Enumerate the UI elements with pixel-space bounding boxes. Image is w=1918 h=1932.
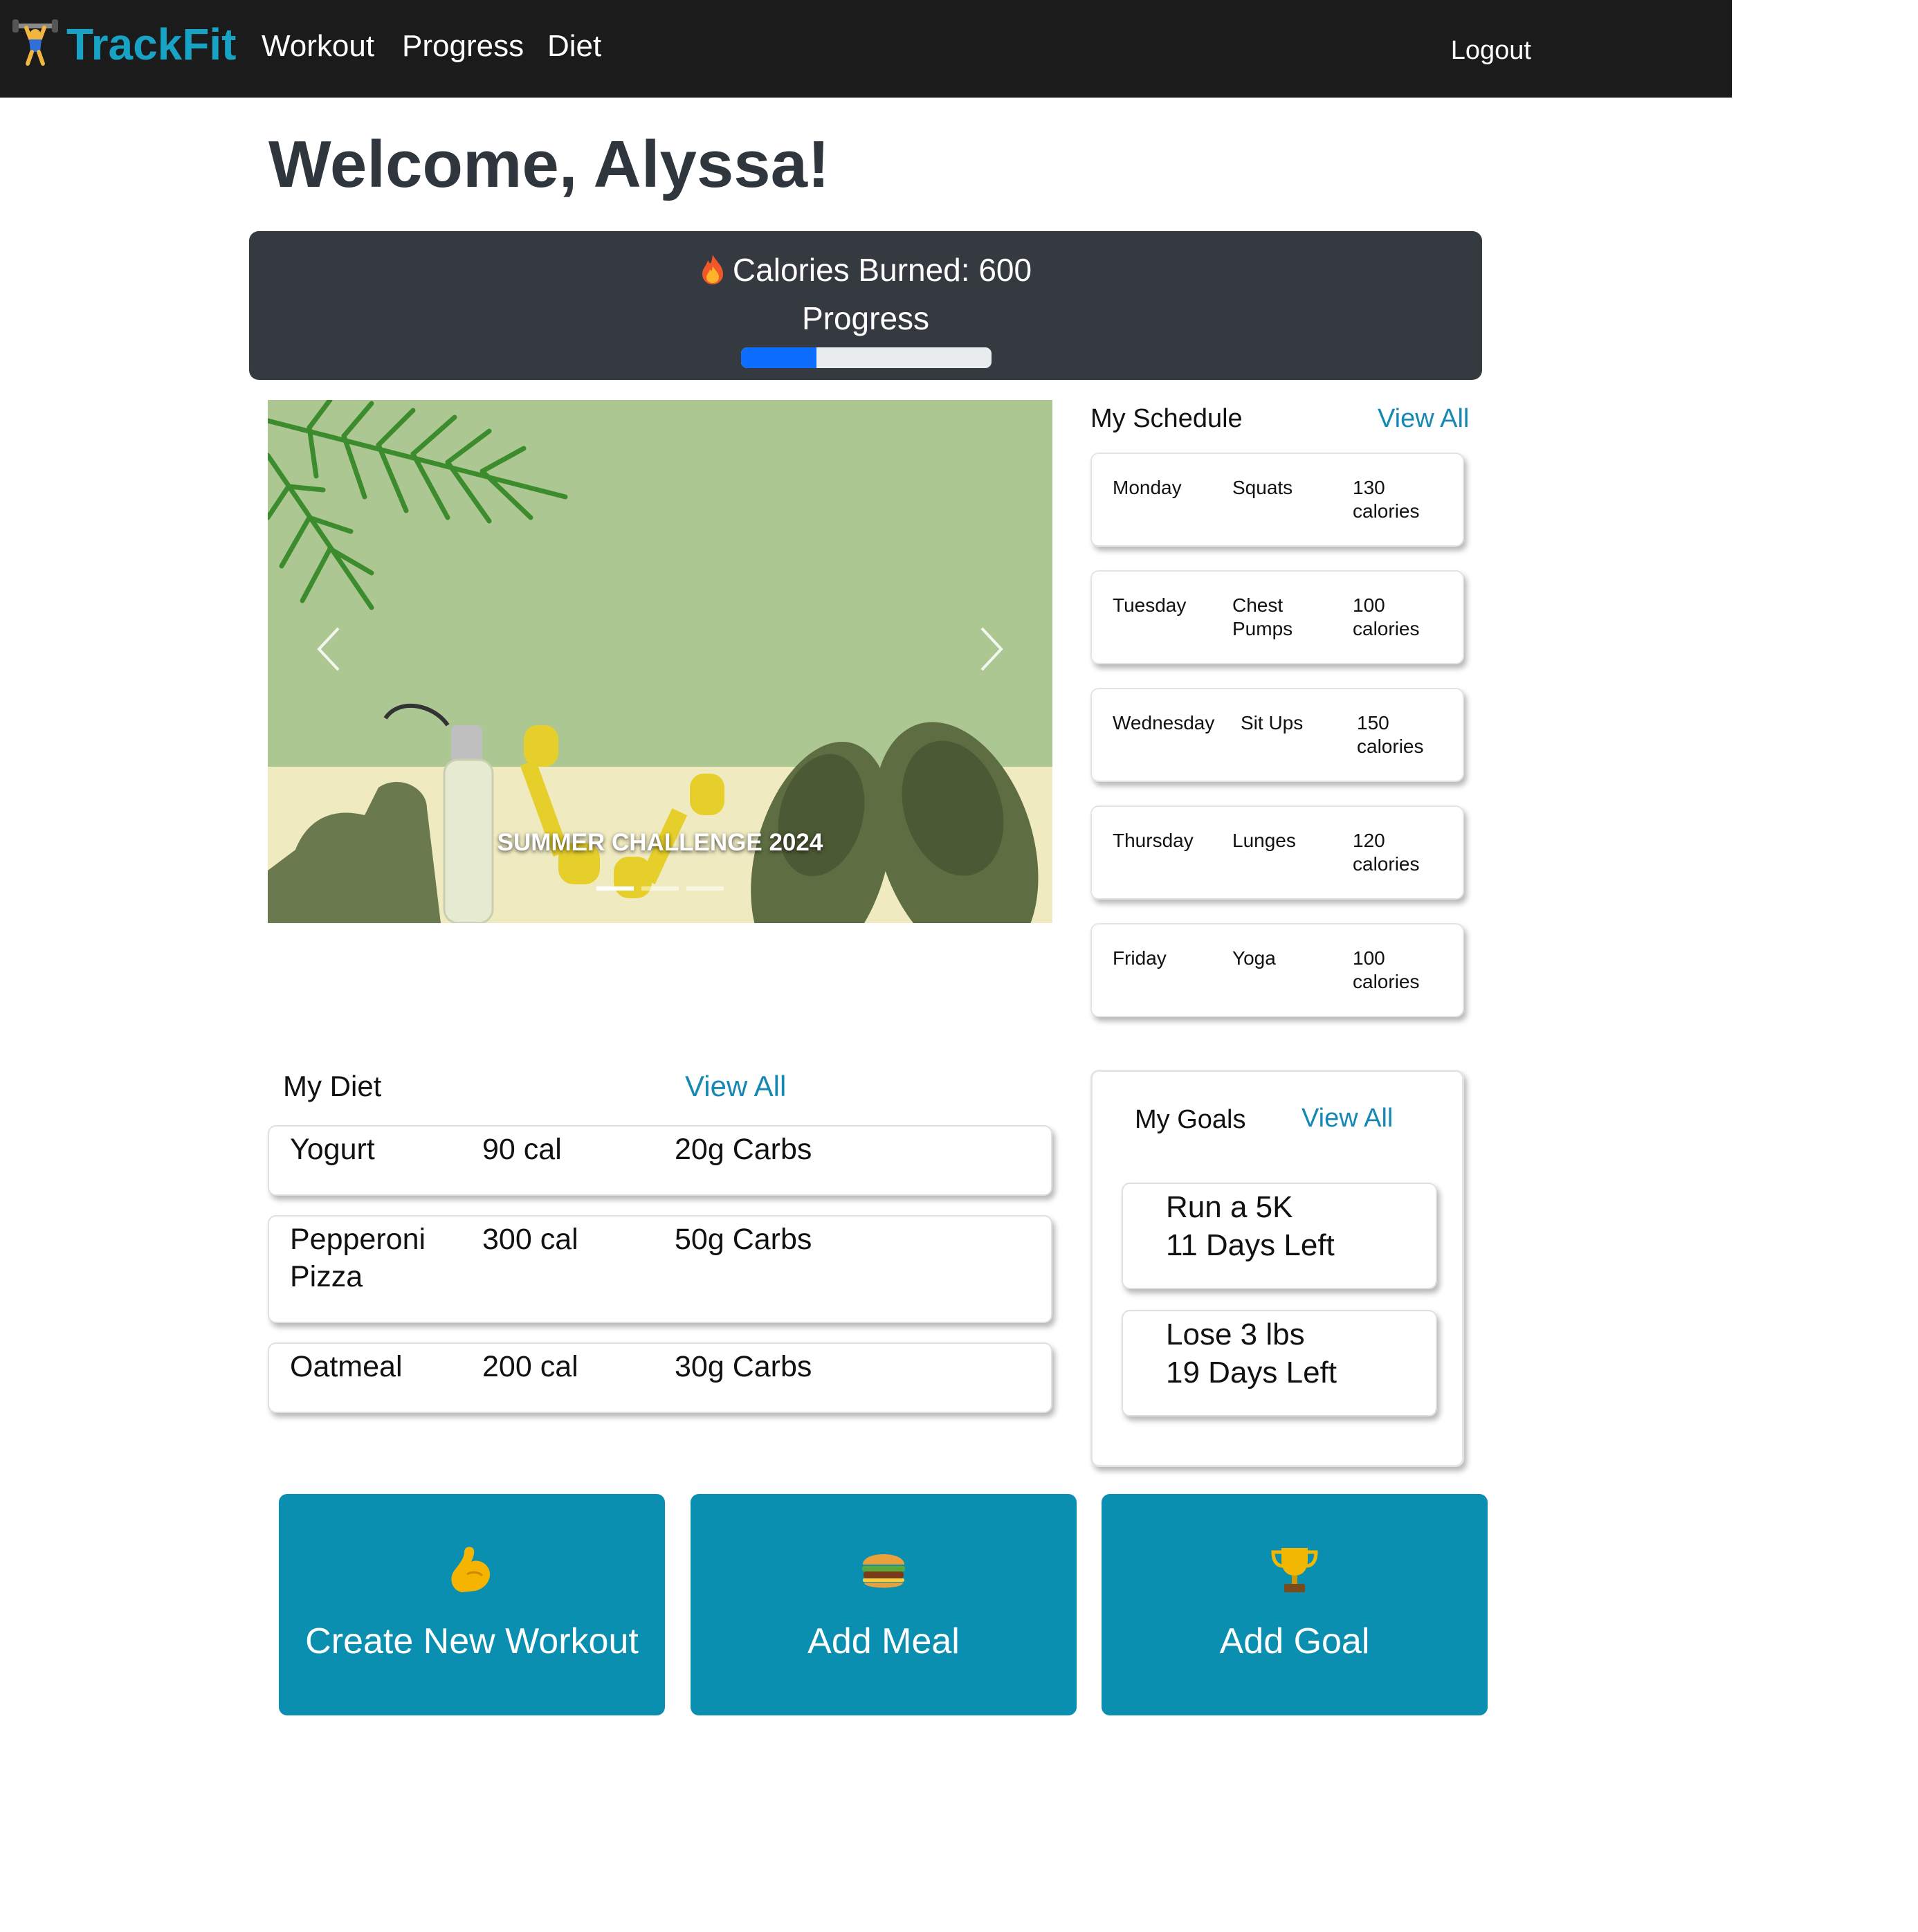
welcome-heading: Welcome, Alyssa! [268, 127, 830, 201]
diet-food: Pepperoni Pizza [290, 1223, 426, 1293]
diet-row-yogurt[interactable]: Yogurt 90 cal 20g Carbs [268, 1125, 1052, 1196]
schedule-calories: 100 calories [1353, 594, 1420, 639]
diet-calories: 300 cal [482, 1223, 578, 1256]
diet-carbs: 30g Carbs [675, 1350, 812, 1383]
carousel-caption: SUMMER CHALLENGE 2024 [497, 829, 823, 856]
schedule-card-wednesday[interactable]: Wednesday Sit Ups 150 calories [1090, 688, 1464, 782]
promo-carousel[interactable]: SUMMER CHALLENGE 2024 [268, 400, 1052, 923]
carousel-indicator-2[interactable] [641, 886, 679, 891]
weightlifter-icon[interactable] [11, 18, 60, 66]
diet-carbs: 20g Carbs [675, 1133, 812, 1166]
nav-link-diet[interactable]: Diet [547, 21, 601, 72]
goal-text: Run a 5K 11 Days Left [1166, 1190, 1335, 1262]
schedule-view-all-link[interactable]: View All [1378, 401, 1469, 436]
schedule-calories: 130 calories [1353, 477, 1420, 522]
schedule-exercise: Yoga [1232, 947, 1276, 969]
burger-icon [691, 1544, 1077, 1596]
schedule-day: Tuesday [1113, 594, 1187, 616]
goals-title: My Goals [1135, 1105, 1246, 1134]
schedule-card-friday[interactable]: Friday Yoga 100 calories [1090, 923, 1464, 1017]
create-workout-button[interactable]: Create New Workout [279, 1494, 665, 1715]
progress-label: Progress [801, 300, 930, 336]
schedule-exercise: Lunges [1232, 830, 1296, 851]
schedule-calories: 150 calories [1357, 712, 1424, 757]
diet-row-pepperoni-pizza[interactable]: Pepperoni Pizza 300 cal 50g Carbs [268, 1215, 1052, 1323]
fire-icon [700, 253, 726, 285]
diet-carbs: 50g Carbs [675, 1223, 812, 1256]
calories-burned: Calories Burned: 600 [732, 252, 1032, 288]
goal-card-run-5k[interactable]: Run a 5K 11 Days Left [1122, 1183, 1437, 1289]
diet-food: Oatmeal [290, 1350, 403, 1383]
carousel-next-icon[interactable] [975, 621, 1010, 677]
schedule-day: Wednesday [1113, 712, 1215, 733]
progress-bar [741, 347, 992, 368]
stats-banner: Calories Burned: 600 Progress [249, 231, 1482, 380]
goal-card-lose-3-lbs[interactable]: Lose 3 lbs 19 Days Left [1122, 1310, 1437, 1416]
schedule-exercise: Chest Pumps [1232, 594, 1293, 639]
action-label: Add Meal [807, 1621, 960, 1661]
add-goal-button[interactable]: Add Goal [1102, 1494, 1488, 1715]
diet-view-all-link[interactable]: View All [685, 1069, 786, 1104]
action-label: Add Goal [1219, 1621, 1370, 1661]
diet-food: Yogurt [290, 1133, 375, 1166]
carousel-prev-icon[interactable] [311, 621, 345, 677]
navbar: TrackFit Workout Progress Diet Logout [0, 0, 1732, 98]
goals-view-all-link[interactable]: View All [1302, 1101, 1393, 1136]
schedule-day: Monday [1113, 477, 1182, 498]
schedule-calories: 120 calories [1353, 830, 1420, 875]
diet-calories: 90 cal [482, 1133, 562, 1166]
schedule-card-thursday[interactable]: Thursday Lunges 120 calories [1090, 805, 1464, 900]
schedule-calories: 100 calories [1353, 947, 1420, 992]
goal-text: Lose 3 lbs 19 Days Left [1166, 1318, 1337, 1389]
schedule-day: Thursday [1113, 830, 1194, 851]
schedule-card-tuesday[interactable]: Tuesday Chest Pumps 100 calories [1090, 570, 1464, 664]
schedule-exercise: Sit Ups [1241, 712, 1304, 733]
schedule-day: Friday [1113, 947, 1167, 969]
carousel-indicator-1[interactable] [596, 886, 634, 891]
add-meal-button[interactable]: Add Meal [691, 1494, 1077, 1715]
schedule-title: My Schedule [1090, 404, 1243, 433]
diet-row-oatmeal[interactable]: Oatmeal 200 cal 30g Carbs [268, 1342, 1052, 1413]
schedule-exercise: Squats [1232, 477, 1293, 498]
progress-bar-fill [741, 347, 816, 368]
logout-link[interactable]: Logout [1451, 25, 1531, 76]
trophy-icon [1102, 1544, 1488, 1596]
diet-title: My Diet [283, 1070, 382, 1102]
goals-panel: My Goals View All Run a 5K 11 Days Left L… [1090, 1070, 1464, 1467]
nav-link-workout[interactable]: Workout [262, 21, 374, 72]
diet-calories: 200 cal [482, 1350, 578, 1383]
calories-line: Calories Burned: 600 [249, 249, 1482, 291]
nav-link-progress[interactable]: Progress [402, 21, 524, 72]
carousel-indicator-3[interactable] [686, 886, 724, 891]
flexed-biceps-icon [279, 1544, 665, 1596]
action-label: Create New Workout [305, 1621, 639, 1661]
brand-name[interactable]: TrackFit [66, 17, 236, 72]
schedule-card-monday[interactable]: Monday Squats 130 calories [1090, 453, 1464, 547]
